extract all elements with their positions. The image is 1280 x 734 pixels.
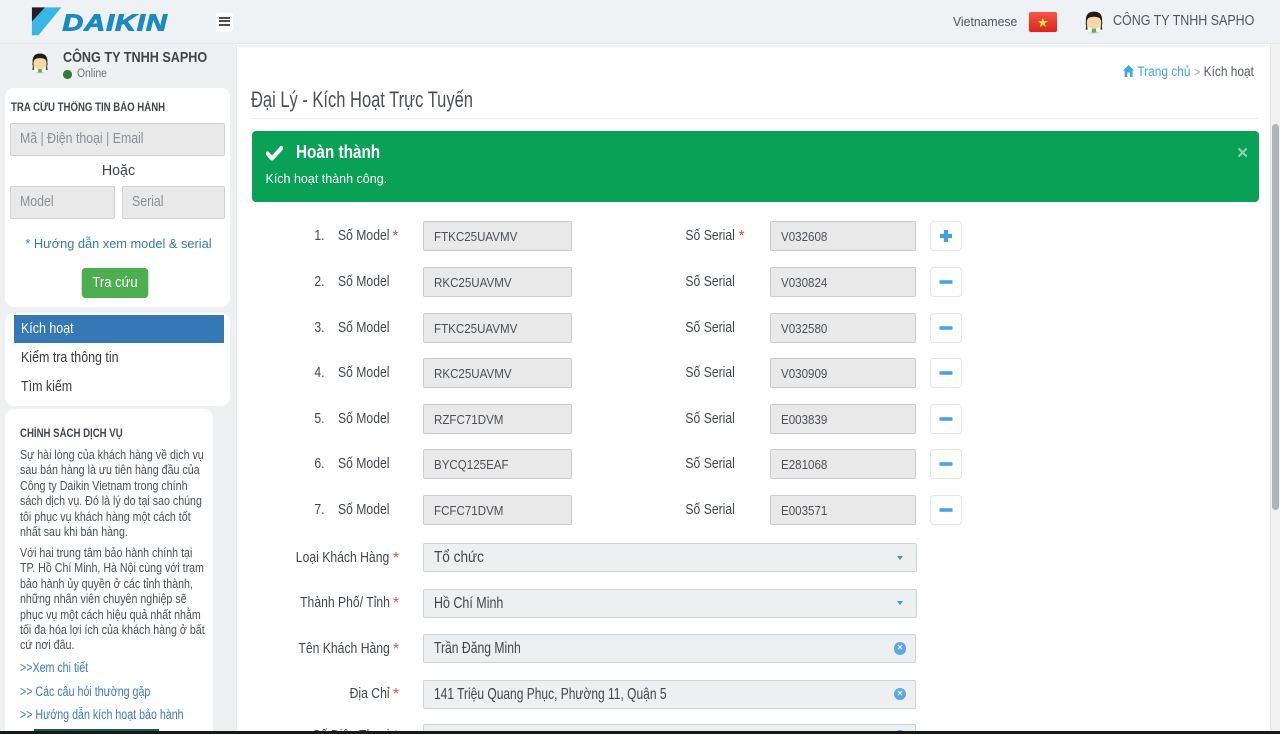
svg-text:DAIKIN: DAIKIN — [63, 9, 168, 36]
